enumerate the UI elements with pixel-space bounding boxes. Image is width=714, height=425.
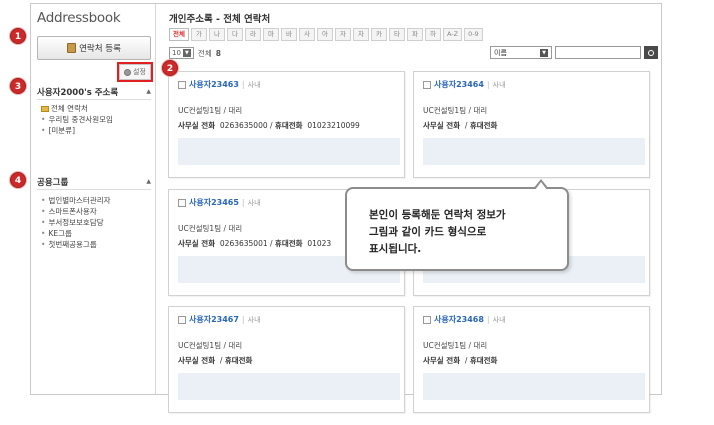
- contact-name[interactable]: 사용자23468: [434, 314, 484, 325]
- page-size-select[interactable]: 10 ▼: [169, 47, 194, 59]
- personal-group-tree: 전체 연락처 • 우리팀 중견사원모임 • [미분류]: [41, 103, 113, 136]
- tree-item[interactable]: • [미분류]: [41, 125, 113, 136]
- card-memo-area: [178, 138, 400, 165]
- tab-da[interactable]: 다: [226, 28, 243, 41]
- total-count: 8: [215, 48, 221, 58]
- contact-dept: UC컨설팅1팀 / 대리: [178, 106, 243, 115]
- caret-up-icon[interactable]: ▲: [146, 88, 151, 95]
- step-badge-3: 3: [10, 78, 26, 94]
- contact-tag: 사내: [247, 198, 261, 207]
- card-checkbox[interactable]: [178, 315, 186, 324]
- contact-tag: 사내: [492, 80, 506, 89]
- tab-ga[interactable]: 가: [190, 28, 207, 41]
- public-group-tree: • 법인별마스터관리자 • 스마트폰사용자 • 부서정보보호담당 • KE그룹 • 첫번째…: [41, 195, 111, 250]
- personal-section-header[interactable]: 사용자2000's 주소록 ▲: [37, 84, 151, 100]
- search-bar: 이름 ▼: [490, 46, 658, 59]
- contact-name[interactable]: 사용자23465: [189, 197, 239, 208]
- tab-a-z[interactable]: A-Z: [442, 28, 463, 41]
- contact-phones: 사무실 전화 / 휴대전화: [423, 121, 498, 130]
- search-icon: [648, 49, 654, 56]
- callout-text: 본인이 등록해둔 연락처 정보가 그림과 같이 카드 형식으로 표시됩니다.: [369, 209, 506, 255]
- tab-ja[interactable]: 자: [334, 28, 351, 41]
- contact-tag: 사내: [492, 315, 506, 324]
- contact-phones: 사무실 전화 0263635000 / 휴대전화 01023210099: [178, 121, 360, 130]
- page-title: 개인주소록 - 전체 연락처: [169, 14, 271, 25]
- tab-a[interactable]: 아: [316, 28, 333, 41]
- caret-up-icon[interactable]: ▲: [146, 178, 151, 185]
- tab-sa[interactable]: 사: [298, 28, 315, 41]
- step-badge-4: 4: [10, 172, 26, 188]
- tree-item[interactable]: • 스마트폰사용자: [41, 206, 111, 217]
- contact-card[interactable]: 사용자23468 | 사내 UC컨설팅1팀 / 대리 사무실 전화 / 휴대전화: [413, 306, 650, 413]
- tab-ha[interactable]: 하: [424, 28, 441, 41]
- card-checkbox[interactable]: [178, 198, 186, 207]
- tab-pa[interactable]: 파: [406, 28, 423, 41]
- tab-ma[interactable]: 마: [262, 28, 279, 41]
- contact-phones: 사무실 전화 / 휴대전화: [178, 356, 253, 365]
- card-memo-area: [423, 373, 645, 400]
- highlight-box: [117, 62, 153, 82]
- add-contact-label: 연락처 등록: [79, 44, 121, 54]
- public-section-header[interactable]: 공용그룹 ▲: [37, 174, 151, 190]
- search-button[interactable]: [644, 46, 658, 59]
- folder-icon: [41, 106, 49, 112]
- contact-dept: UC컨설팅1팀 / 대리: [178, 341, 243, 350]
- tree-item-all[interactable]: 전체 연락처: [41, 103, 113, 114]
- chevron-down-icon: ▼: [182, 49, 191, 57]
- card-memo-area: [423, 138, 645, 165]
- search-field-select[interactable]: 이름 ▼: [490, 46, 552, 59]
- card-checkbox[interactable]: [423, 80, 431, 89]
- contact-card[interactable]: 사용자23467 | 사내 UC컨설팅1팀 / 대리 사무실 전화 / 휴대전화: [168, 306, 405, 413]
- tree-item[interactable]: • 법인별마스터관리자: [41, 195, 111, 206]
- contact-dept: UC컨설팅1팀 / 대리: [423, 106, 488, 115]
- public-section-title: 공용그룹: [37, 177, 69, 188]
- address-book-icon: [67, 43, 77, 53]
- tab-ka[interactable]: 카: [370, 28, 387, 41]
- contact-name[interactable]: 사용자23464: [434, 79, 484, 90]
- contact-name[interactable]: 사용자23467: [189, 314, 239, 325]
- tree-item[interactable]: • 우리팀 중견사원모임: [41, 114, 113, 125]
- contact-tag: 사내: [247, 315, 261, 324]
- total-label: 전체: [197, 48, 212, 58]
- tree-item[interactable]: • 부서정보보호담당: [41, 217, 111, 228]
- step-badge-1: 1: [10, 28, 26, 44]
- card-checkbox[interactable]: [423, 315, 431, 324]
- contact-dept: UC컨설팅1팀 / 대리: [423, 341, 488, 350]
- tab-ta[interactable]: 타: [388, 28, 405, 41]
- tab-cha[interactable]: 차: [352, 28, 369, 41]
- step-badge-2: 2: [162, 60, 178, 76]
- contact-phones: 사무실 전화 / 휴대전화: [423, 356, 498, 365]
- alpha-filter-tabs: 전체 가 나 다 라 마 바 사 아 자 차 카 타 파 하 A-Z 0-9: [169, 28, 485, 41]
- search-input[interactable]: [555, 46, 641, 59]
- card-memo-area: [178, 373, 400, 400]
- count-row: 10 ▼ 전체 8: [169, 47, 221, 59]
- app-title: Addressbook: [37, 10, 121, 26]
- contact-tag: 사내: [247, 80, 261, 89]
- personal-section-title: 사용자2000's 주소록: [37, 87, 119, 98]
- chevron-down-icon: ▼: [540, 48, 548, 57]
- tab-all[interactable]: 전체: [169, 28, 189, 41]
- contact-phones: 사무실 전화 0263635001 / 휴대전화 01023: [178, 239, 332, 248]
- tab-na[interactable]: 나: [208, 28, 225, 41]
- card-checkbox[interactable]: [178, 80, 186, 89]
- tab-0-9[interactable]: 0-9: [464, 28, 483, 41]
- tree-item[interactable]: • 첫번째공용그룹: [41, 239, 111, 250]
- contact-card[interactable]: 사용자23463 | 사내 UC컨설팅1팀 / 대리 사무실 전화 02636350…: [168, 71, 405, 178]
- tree-item[interactable]: • KE그룹: [41, 228, 111, 239]
- contact-card[interactable]: 사용자23464 | 사내 UC컨설팅1팀 / 대리 사무실 전화 / 휴대전화: [413, 71, 650, 178]
- explanation-callout: 본인이 등록해둔 연락처 정보가 그림과 같이 카드 형식으로 표시됩니다.: [345, 179, 569, 271]
- tab-ra[interactable]: 라: [244, 28, 261, 41]
- tab-ba[interactable]: 바: [280, 28, 297, 41]
- contact-dept: UC컨설팅1팀 / 대리: [178, 224, 243, 233]
- contact-name[interactable]: 사용자23463: [189, 79, 239, 90]
- add-contact-button[interactable]: 연락처 등록: [37, 36, 151, 60]
- sidebar: Addressbook 연락처 등록 설정 사용자2000's 주소록 ▲ 전체…: [31, 4, 156, 394]
